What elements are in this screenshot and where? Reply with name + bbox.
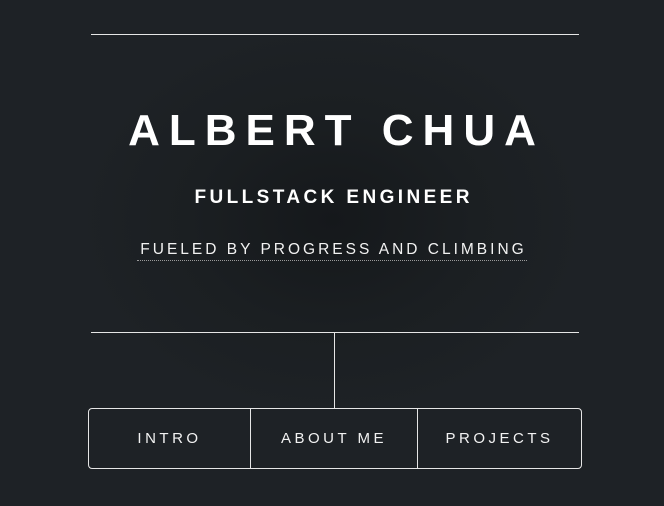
main-nav: INTRO ABOUT ME PROJECTS: [88, 408, 582, 469]
nav-item-intro[interactable]: INTRO: [89, 409, 250, 468]
tagline: FUELED BY PROGRESS AND CLIMBING: [137, 240, 527, 261]
top-divider: [91, 34, 579, 35]
job-title: FULLSTACK ENGINEER: [194, 187, 473, 208]
nav-item-projects[interactable]: PROJECTS: [417, 409, 581, 468]
page-title: ALBERT CHUA: [128, 106, 545, 155]
nav-connector-line: [334, 333, 335, 408]
nav-item-about-me[interactable]: ABOUT ME: [250, 409, 417, 468]
middle-divider: [91, 332, 579, 333]
tagline-container: FUELED BY PROGRESS AND CLIMBING: [0, 240, 664, 261]
